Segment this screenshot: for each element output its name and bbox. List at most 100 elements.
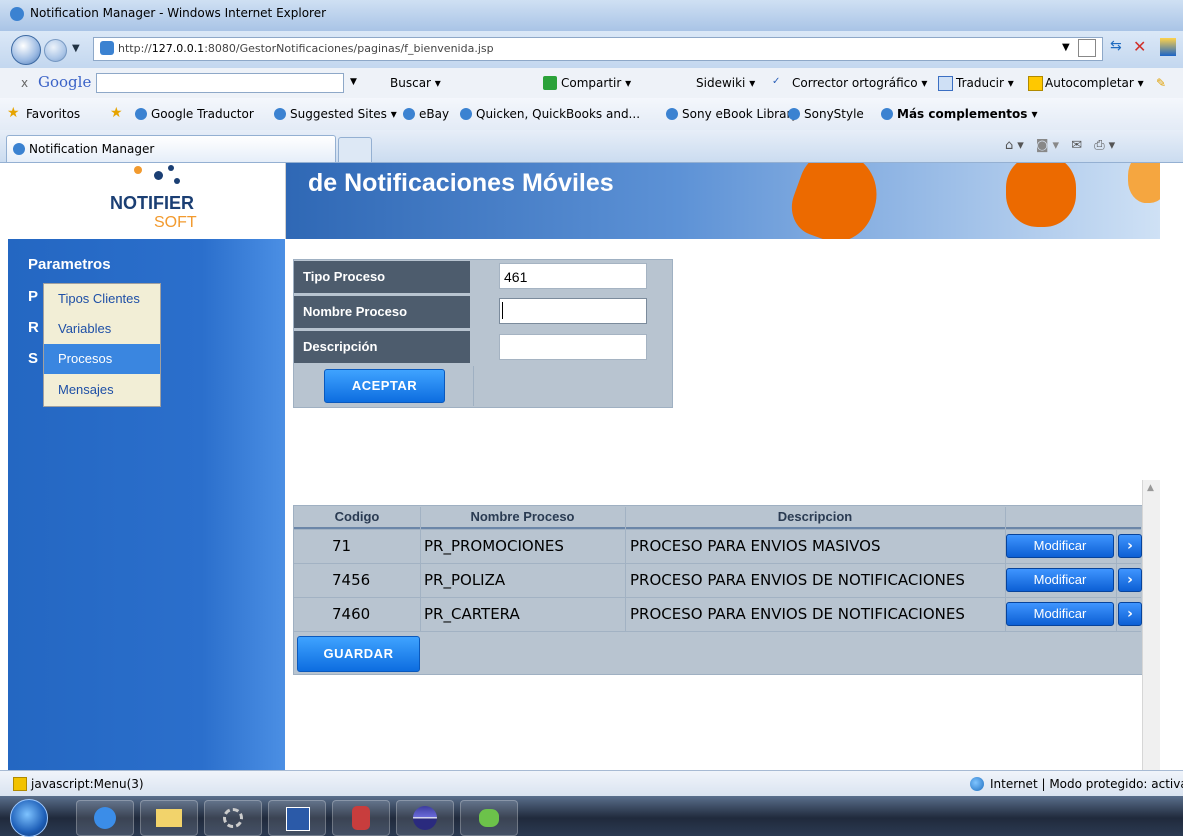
more-addons-button[interactable]: Más complementos ▾ <box>881 107 1038 121</box>
cell-nombre: PR_POLIZA <box>424 571 506 589</box>
logo-dot <box>134 166 142 174</box>
mail-icon[interactable]: ✉ <box>1071 138 1086 153</box>
tab-notification-manager[interactable]: Notification Manager <box>6 135 336 162</box>
autocompletar-button[interactable]: Autocompletar ▾ <box>1045 76 1144 90</box>
modify-button[interactable]: Modificar <box>1006 602 1114 626</box>
text-cursor <box>502 302 503 319</box>
zone-status[interactable]: Internet | Modo protegido: activa <box>990 777 1183 791</box>
fav-label: Sony eBook Library <box>682 107 799 121</box>
history-dropdown-icon[interactable]: ▼ <box>72 43 80 54</box>
dropdown-item-procesos[interactable]: Procesos <box>44 344 160 374</box>
site-icon <box>666 108 678 120</box>
home-icon[interactable]: ⌂▾ <box>1005 138 1028 153</box>
column-divider <box>1116 529 1117 631</box>
logo-dot <box>174 178 180 184</box>
cell-nombre: PR_CARTERA <box>424 605 520 623</box>
taskbar-explorer-icon[interactable] <box>140 800 198 836</box>
logo-notifier: NOTIFIER <box>110 193 194 213</box>
taskbar-word-icon[interactable] <box>268 800 326 836</box>
feeds-icon[interactable]: ◙▾ <box>1036 138 1063 153</box>
form-divider <box>473 366 474 406</box>
google-search-input[interactable] <box>96 73 344 93</box>
page-icon <box>100 41 114 55</box>
taskbar-database-icon[interactable] <box>332 800 390 836</box>
scroll-up-icon[interactable]: ▲ <box>1147 483 1154 493</box>
url-path: :8080/GestorNotificaciones/paginas/f_bie… <box>204 42 494 55</box>
taskbar-settings-icon[interactable] <box>204 800 262 836</box>
next-arrow-icon[interactable]: › <box>1118 602 1142 626</box>
col-header-descripcion: Descripcion <box>625 507 1005 529</box>
menu-parametros[interactable]: Parametros <box>28 256 111 273</box>
fav-link-ebay[interactable]: eBay <box>403 107 449 121</box>
buscar-button[interactable]: Buscar ▾ <box>390 76 441 90</box>
spellcheck-icon[interactable]: ✓ <box>772 76 780 87</box>
start-button[interactable] <box>10 799 48 837</box>
site-icon <box>274 108 286 120</box>
fav-link-google-traductor[interactable]: Google Traductor <box>135 107 254 121</box>
translate-icon[interactable] <box>938 76 953 91</box>
dropdown-item-variables[interactable]: Variables <box>44 314 160 344</box>
favorites-bar: ★ Favoritos ★ Google Traductor Suggested… <box>0 98 1183 130</box>
traducir-button[interactable]: Traducir ▾ <box>956 76 1014 90</box>
label-tipo-proceso: Tipo Proceso <box>294 261 470 293</box>
tab-label: Notification Manager <box>29 142 155 156</box>
warning-icon <box>13 777 27 791</box>
modify-button[interactable]: Modificar <box>1006 534 1114 558</box>
new-tab-button[interactable] <box>338 137 372 162</box>
menu-item-4[interactable]: S <box>28 350 38 367</box>
address-dropdown-icon[interactable]: ▼ <box>1062 42 1070 53</box>
taskbar-ie-icon[interactable] <box>76 800 134 836</box>
fav-link-quicken[interactable]: Quicken, QuickBooks and... <box>460 107 640 121</box>
url-host: 127.0.0.1 <box>151 42 205 55</box>
cell-codigo: 71 <box>332 537 352 555</box>
autofill-icon[interactable] <box>1028 76 1043 91</box>
next-arrow-icon[interactable]: › <box>1118 534 1142 558</box>
next-arrow-icon[interactable]: › <box>1118 568 1142 592</box>
refresh-icon[interactable]: ⇆ <box>1110 38 1122 54</box>
dropdown-item-tipos-clientes[interactable]: Tipos Clientes <box>44 284 160 314</box>
search-provider-icon[interactable] <box>1160 38 1176 56</box>
ie-icon <box>10 7 24 21</box>
compat-view-icon[interactable] <box>1078 39 1096 57</box>
address-input[interactable]: http://127.0.0.1:8080/GestorNotificacion… <box>93 37 1103 61</box>
menu-item-3[interactable]: R <box>28 319 39 336</box>
print-icon[interactable]: ⎙▾ <box>1094 138 1119 153</box>
tipo-proceso-input[interactable]: 461 <box>499 263 647 289</box>
fav-link-sonystyle[interactable]: SonyStyle <box>788 107 864 121</box>
vertical-scrollbar[interactable]: ▲ <box>1142 480 1160 770</box>
taskbar-eclipse-icon[interactable] <box>396 800 454 836</box>
logo: NOTIFIER SOFT <box>8 163 286 239</box>
command-bar: ⌂▾ ◙▾ ✉ ⎙▾ <box>1005 138 1119 153</box>
favorites-button[interactable]: Favoritos <box>26 107 80 121</box>
window-titlebar: Notification Manager - Windows Internet … <box>0 0 1183 32</box>
nombre-proceso-input[interactable] <box>499 298 647 324</box>
corrector-button[interactable]: Corrector ortográfico ▾ <box>792 76 927 90</box>
add-favorite-icon[interactable]: ★ <box>110 105 123 121</box>
descripcion-input[interactable] <box>499 334 647 360</box>
google-search-dropdown-icon[interactable]: ▼ <box>350 77 357 87</box>
site-icon <box>403 108 415 120</box>
site-icon <box>135 108 147 120</box>
share-icon[interactable] <box>543 76 557 90</box>
compartir-button[interactable]: Compartir ▾ <box>561 76 631 90</box>
logo-dot <box>168 165 174 171</box>
favorites-star-icon[interactable]: ★ <box>7 105 20 121</box>
cell-descripcion: PROCESO PARA ENVIOS DE NOTIFICACIONES <box>630 571 965 589</box>
banner-shape <box>783 163 889 239</box>
taskbar-people-icon[interactable] <box>460 800 518 836</box>
fav-link-sony-ebook[interactable]: Sony eBook Library <box>666 107 799 121</box>
pencil-icon[interactable]: ✎ <box>1156 76 1166 90</box>
fav-link-suggested-sites[interactable]: Suggested Sites ▾ <box>274 107 397 121</box>
accept-button[interactable]: ACEPTAR <box>324 369 445 403</box>
stop-icon[interactable]: ✕ <box>1133 37 1146 56</box>
back-button[interactable] <box>11 35 41 65</box>
sidewiki-button[interactable]: Sidewiki ▾ <box>696 76 755 90</box>
save-button[interactable]: GUARDAR <box>297 636 420 672</box>
forward-button[interactable] <box>44 39 67 62</box>
dropdown-item-mensajes[interactable]: Mensajes <box>44 375 160 405</box>
google-logo: Google <box>38 73 92 91</box>
menu-item-2[interactable]: P <box>28 288 38 305</box>
google-toolbar-close[interactable]: x <box>21 76 28 90</box>
label-descripcion: Descripción <box>294 331 470 363</box>
modify-button[interactable]: Modificar <box>1006 568 1114 592</box>
